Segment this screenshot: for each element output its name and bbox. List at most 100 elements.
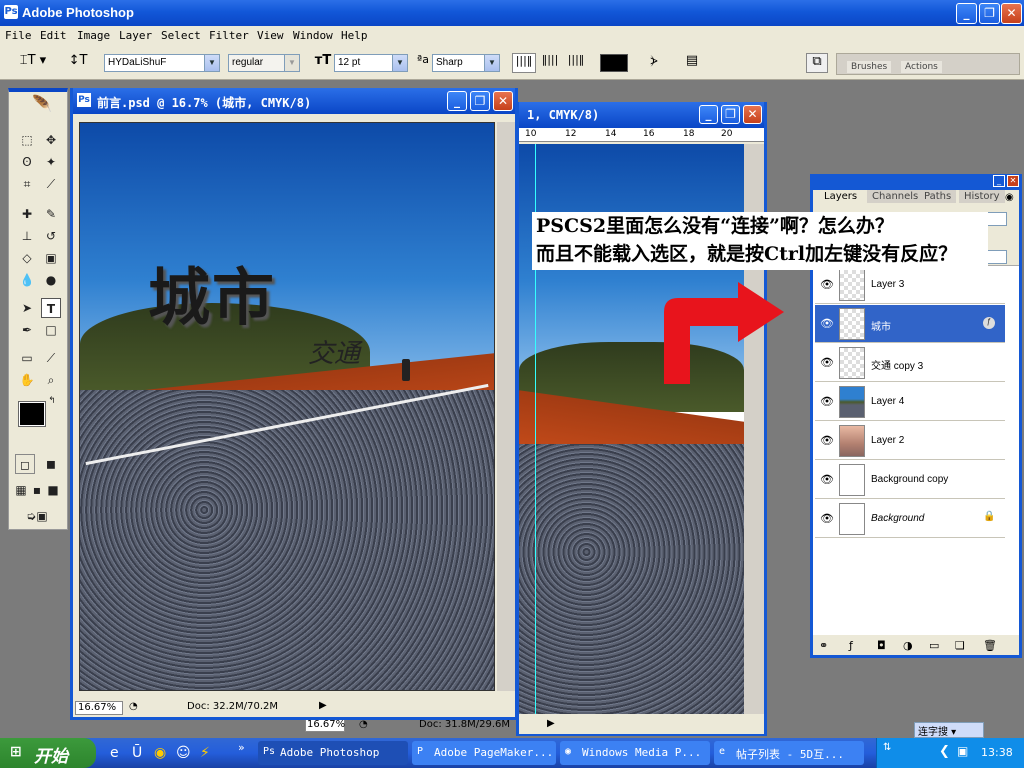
- doc-front-close-button[interactable]: ✕: [493, 91, 513, 111]
- shape-tool-icon[interactable]: □: [41, 320, 61, 340]
- ime-toolbar[interactable]: 连字搜 ▾: [914, 722, 984, 738]
- swap-colors-icon[interactable]: ↰: [45, 394, 59, 408]
- screen-mode-standard-icon[interactable]: ▦: [13, 480, 29, 500]
- new-layer-icon[interactable]: ❏: [955, 639, 965, 652]
- layer-row[interactable]: 👁 Layer 4: [815, 383, 1005, 421]
- marquee-tool-icon[interactable]: ⬚: [17, 130, 37, 150]
- layer-style-icon[interactable]: ƒ: [983, 317, 995, 329]
- screen-mode-full-icon[interactable]: ■: [45, 480, 61, 500]
- doc-back-title-bar[interactable]: 1, CMYK/8) _ ❐ ✕: [519, 102, 764, 128]
- screen-mode-full-menu-icon[interactable]: ▪: [29, 480, 45, 500]
- move-tool-icon[interactable]: ✥: [41, 130, 61, 150]
- eye-icon[interactable]: 👁: [819, 278, 835, 292]
- tab-history[interactable]: History: [959, 190, 1005, 203]
- messenger-icon[interactable]: ☺: [176, 745, 191, 761]
- tray-expand-icon[interactable]: ❮: [939, 744, 950, 759]
- text-orientation-icon[interactable]: ↕T: [68, 53, 88, 73]
- lasso-tool-icon[interactable]: ʘ: [17, 152, 37, 172]
- eye-icon[interactable]: 👁: [819, 317, 835, 331]
- doc-front-minimize-button[interactable]: _: [447, 91, 467, 111]
- panel-menu-icon[interactable]: ◉: [1005, 192, 1014, 203]
- layer-row-selected[interactable]: 👁 城市 ƒ: [815, 305, 1005, 343]
- add-mask-icon[interactable]: ◘: [877, 639, 886, 652]
- quicklaunch-u-icon[interactable]: Ū: [132, 745, 142, 761]
- doc-front-scrollbar[interactable]: [497, 122, 515, 691]
- crop-tool-icon[interactable]: ⌗: [17, 174, 37, 194]
- doc-back-minimize-button[interactable]: _: [699, 105, 718, 124]
- anti-alias-select[interactable]: Sharp ▼: [432, 54, 500, 72]
- type-tool-preset-icon[interactable]: ⌶T ▾: [16, 53, 50, 73]
- layer-row[interactable]: 👁 交通 copy 3: [815, 344, 1005, 382]
- menu-view[interactable]: View: [257, 29, 284, 42]
- layer-row[interactable]: 👁 Layer 3: [815, 266, 1005, 304]
- doc-back-maximize-button[interactable]: ❐: [721, 105, 740, 124]
- healing-brush-tool-icon[interactable]: ✚: [17, 204, 37, 224]
- doc-front-status-arrow-icon[interactable]: ▶: [319, 700, 327, 711]
- gradient-tool-icon[interactable]: ▣: [41, 248, 61, 268]
- tab-channels[interactable]: Channels: [867, 190, 924, 203]
- zoom-tool-icon[interactable]: ⌕: [41, 370, 61, 390]
- maximize-button[interactable]: ❐: [979, 3, 1000, 24]
- jump-to-imageready-icon[interactable]: ➭▣: [17, 506, 57, 526]
- tab-paths[interactable]: Paths: [919, 190, 957, 203]
- go-to-bridge-icon[interactable]: ⧉: [806, 53, 828, 73]
- palettes-toggle-icon[interactable]: ▤: [682, 53, 702, 73]
- network-icon[interactable]: ▣: [957, 744, 968, 758]
- menu-window[interactable]: Window: [293, 29, 333, 42]
- quicklaunch-folder-icon[interactable]: ⚡: [200, 745, 210, 761]
- close-button[interactable]: ✕: [1001, 3, 1022, 24]
- align-left-button[interactable]: |||‖: [512, 53, 536, 73]
- clock[interactable]: 13:38: [981, 746, 1013, 759]
- menu-select[interactable]: Select: [161, 29, 201, 42]
- panel-close-button[interactable]: ✕: [1007, 175, 1019, 187]
- foreground-color-swatch[interactable]: [18, 401, 46, 427]
- type-tool-icon[interactable]: T: [41, 298, 61, 318]
- doc-front-maximize-button[interactable]: ❐: [470, 91, 490, 111]
- feather-logo-icon[interactable]: 🪶: [27, 94, 57, 114]
- start-button[interactable]: ⊞ 开始: [0, 738, 96, 768]
- pen-tool-icon[interactable]: ✒: [17, 320, 37, 340]
- trash-icon[interactable]: 🗑: [983, 639, 997, 652]
- history-brush-tool-icon[interactable]: ↺: [41, 226, 61, 246]
- minimize-button[interactable]: _: [956, 3, 977, 24]
- eye-icon[interactable]: 👁: [819, 434, 835, 448]
- tab-layers[interactable]: Layers: [819, 190, 863, 203]
- adjustment-layer-icon[interactable]: ◑: [903, 639, 913, 652]
- eye-icon[interactable]: 👁: [819, 356, 835, 370]
- new-group-icon[interactable]: ▭: [929, 639, 939, 652]
- doc-back-status-arrow-icon[interactable]: ▶: [547, 718, 555, 729]
- task-pagemaker[interactable]: P Adobe PageMaker...: [412, 741, 556, 765]
- notes-tool-icon[interactable]: ▭: [17, 348, 37, 368]
- text-color-swatch[interactable]: [600, 54, 628, 72]
- ie-icon[interactable]: e: [110, 745, 119, 761]
- document-window-back[interactable]: 1, CMYK/8) _ ❐ ✕ 10 12 14 16 18 20 16.67…: [305, 102, 767, 736]
- blur-tool-icon[interactable]: 💧: [17, 270, 37, 290]
- menu-image[interactable]: Image: [77, 29, 110, 42]
- layer-style-button-icon[interactable]: ƒ: [849, 639, 853, 652]
- eye-icon[interactable]: 👁: [819, 512, 835, 526]
- eye-icon[interactable]: 👁: [819, 395, 835, 409]
- layer-row[interactable]: 👁 Layer 2: [815, 422, 1005, 460]
- brush-tool-icon[interactable]: ✎: [41, 204, 61, 224]
- warp-text-icon[interactable]: ⦔: [644, 53, 664, 73]
- font-size-select[interactable]: 12 pt ▼: [334, 54, 408, 72]
- layer-row[interactable]: 👁 Background copy: [815, 461, 1005, 499]
- doc-front-zoom[interactable]: 16.67%: [75, 701, 123, 715]
- eraser-tool-icon[interactable]: ◇: [17, 248, 37, 268]
- menu-layer[interactable]: Layer: [119, 29, 152, 42]
- doc-back-close-button[interactable]: ✕: [743, 105, 762, 124]
- align-right-button[interactable]: |||‖: [564, 53, 588, 73]
- link-icon[interactable]: ⚭: [819, 639, 828, 652]
- slice-tool-icon[interactable]: ⟋: [41, 174, 61, 194]
- headline-text[interactable]: 城市: [148, 247, 276, 337]
- task-media-player[interactable]: ◉ Windows Media P...: [560, 741, 710, 765]
- doc-back-status-menu-icon[interactable]: ◔: [359, 719, 368, 730]
- hand-tool-icon[interactable]: ✋: [17, 370, 37, 390]
- eye-icon[interactable]: 👁: [819, 473, 835, 487]
- task-photoshop[interactable]: Ps Adobe Photoshop: [258, 741, 408, 765]
- menu-filter[interactable]: Filter: [209, 29, 249, 42]
- standard-mode-icon[interactable]: ◻: [15, 454, 35, 474]
- align-center-button[interactable]: ‖|||: [538, 53, 562, 73]
- font-style-select[interactable]: regular ▼: [228, 54, 300, 72]
- quick-mask-icon[interactable]: ◼: [41, 454, 61, 474]
